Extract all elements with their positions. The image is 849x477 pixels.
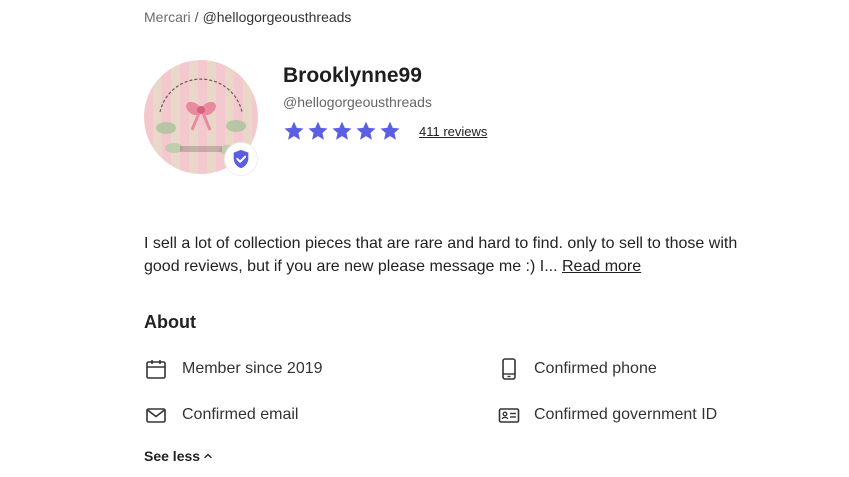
star-rating bbox=[283, 120, 401, 142]
chevron-up-icon bbox=[204, 453, 212, 459]
bio-text: I sell a lot of collection pieces that a… bbox=[144, 235, 738, 275]
profile-info: Brooklynne99 @hellogorgeousthreads 411 r… bbox=[283, 63, 487, 142]
confirmed-gov-id-label: Confirmed government ID bbox=[534, 406, 718, 423]
bio: I sell a lot of collection pieces that a… bbox=[144, 232, 744, 278]
breadcrumb-mercari-link[interactable]: Mercari bbox=[144, 9, 191, 25]
shield-check-icon bbox=[233, 149, 249, 169]
username: Brooklynne99 bbox=[283, 64, 422, 87]
see-less-button[interactable]: See less bbox=[144, 448, 213, 464]
confirmed-email-item: Confirmed email bbox=[144, 403, 298, 427]
star-icon bbox=[356, 121, 376, 140]
confirmed-gov-id-item: Confirmed government ID bbox=[498, 403, 717, 427]
about-heading: About bbox=[144, 312, 196, 332]
calendar-icon bbox=[146, 360, 166, 379]
envelope-icon bbox=[146, 408, 166, 423]
star-icon bbox=[308, 121, 328, 140]
member-since-label: Member since 2019 bbox=[182, 360, 323, 377]
member-since-item: Member since 2019 bbox=[144, 357, 323, 381]
star-icon bbox=[284, 121, 304, 140]
confirmed-email-label: Confirmed email bbox=[182, 406, 299, 423]
star-icon bbox=[380, 121, 400, 140]
breadcrumb-current: @hellogorgeousthreads bbox=[202, 9, 352, 25]
rating-row: 411 reviews bbox=[283, 120, 487, 142]
phone-icon bbox=[502, 358, 516, 380]
handle: @hellogorgeousthreads bbox=[283, 94, 432, 110]
see-less-label: See less bbox=[144, 448, 201, 464]
reviews-link[interactable]: 411 reviews bbox=[419, 124, 487, 139]
profile-page: Mercari / @hellogorgeousthreads Brooklyn… bbox=[0, 0, 849, 477]
breadcrumb-separator: / bbox=[194, 9, 199, 25]
read-more-link[interactable]: Read more bbox=[562, 258, 641, 275]
star-icon bbox=[332, 121, 352, 140]
breadcrumb: Mercari / @hellogorgeousthreads bbox=[144, 9, 351, 25]
confirmed-phone-item: Confirmed phone bbox=[498, 357, 657, 381]
confirmed-phone-label: Confirmed phone bbox=[534, 360, 657, 377]
verified-badge bbox=[225, 143, 257, 175]
id-card-icon bbox=[498, 408, 520, 423]
